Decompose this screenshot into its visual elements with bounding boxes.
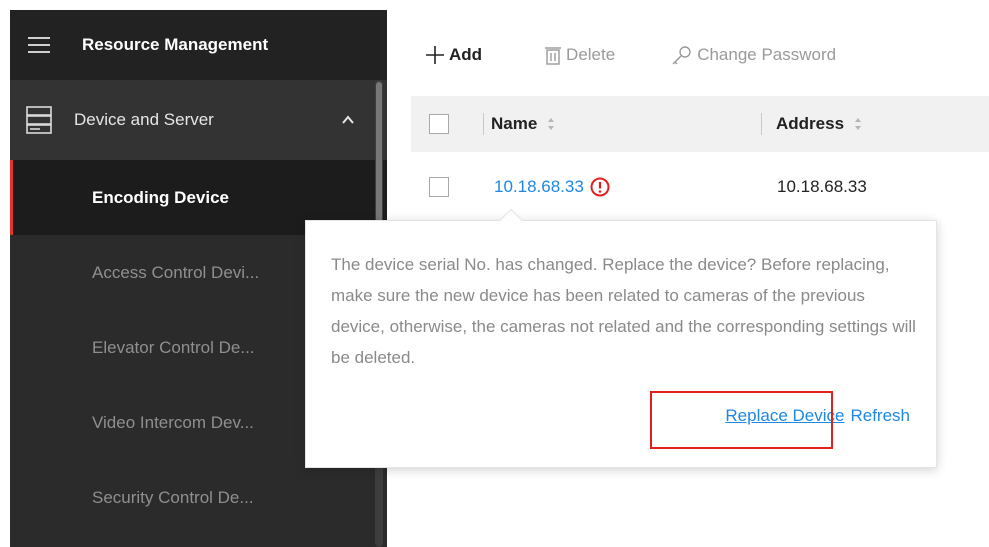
device-address-cell: 10.18.68.33 [777, 177, 867, 196]
replace-device-popover: The device serial No. has changed. Repla… [305, 220, 937, 468]
column-header-address[interactable]: Address [776, 114, 862, 134]
delete-button[interactable]: Delete [544, 45, 615, 65]
delete-button-label: Delete [566, 45, 616, 64]
table-row: 10.18.68.33 10.18.68.33 [411, 165, 989, 209]
table-header: Name Address [411, 96, 989, 152]
trash-icon [545, 47, 562, 65]
replace-device-highlight [650, 391, 833, 449]
device-name-cell[interactable]: 10.18.68.33 [494, 177, 610, 197]
add-button[interactable]: Add [425, 45, 482, 65]
column-divider [761, 113, 762, 135]
column-header-address-label: Address [776, 114, 845, 133]
toolbar: Add Delete Change Password [425, 40, 892, 70]
sidebar-header: Resource Management [10, 10, 387, 80]
add-button-label: Add [449, 45, 483, 64]
sidebar-group-label: Device and Server [74, 110, 214, 129]
alert-circle-icon[interactable] [590, 177, 610, 197]
plus-icon [426, 46, 444, 64]
key-icon [672, 46, 691, 65]
server-icon [26, 106, 52, 134]
sort-icon[interactable] [854, 117, 862, 131]
column-header-name[interactable]: Name [491, 114, 555, 134]
sort-icon[interactable] [547, 117, 555, 131]
change-password-button-label: Change Password [697, 45, 837, 64]
sidebar-title: Resource Management [82, 35, 269, 54]
select-all-checkbox[interactable] [429, 114, 449, 134]
column-divider [483, 113, 484, 135]
change-password-button[interactable]: Change Password [671, 45, 836, 65]
refresh-link[interactable]: Refresh [850, 406, 910, 426]
row-checkbox[interactable] [429, 177, 449, 197]
column-header-name-label: Name [491, 114, 538, 133]
sidebar-group-device-and-server[interactable]: Device and Server [10, 80, 387, 160]
hamburger-icon[interactable] [28, 37, 50, 53]
sidebar-scroll-thumb[interactable] [376, 82, 382, 222]
device-name-link[interactable]: 10.18.68.33 [494, 177, 584, 197]
sidebar-item-security-control-device[interactable]: Security Control De... [10, 460, 387, 535]
chevron-up-icon[interactable] [339, 111, 357, 129]
popover-message: The device serial No. has changed. Repla… [331, 255, 916, 367]
